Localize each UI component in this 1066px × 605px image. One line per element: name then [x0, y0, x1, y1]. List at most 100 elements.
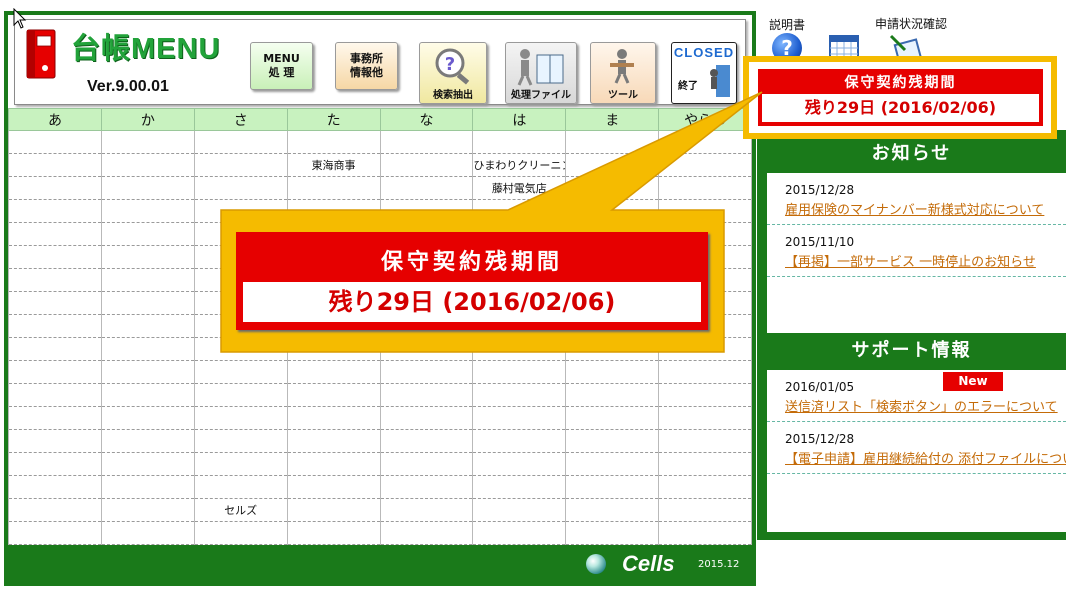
- empty-cell: [8, 153, 102, 177]
- empty-cell: [565, 429, 660, 453]
- empty-cell: [286, 199, 381, 223]
- support-link[interactable]: 【電子申請】雇用継続給付の 添付ファイルについて: [785, 448, 1066, 467]
- support-heading: サポート情報: [851, 340, 972, 361]
- tools-button[interactable]: ツール: [590, 42, 656, 104]
- empty-cell: [8, 291, 102, 315]
- kana-column-header[interactable]: やらわ: [658, 108, 752, 131]
- menu-button-label: MENU: [263, 52, 300, 65]
- empty-cell: [379, 360, 474, 384]
- empty-cell: [379, 383, 474, 407]
- file-person-icon: [517, 49, 564, 86]
- support-date: 2015/12/28: [785, 432, 855, 446]
- empty-cell: [379, 199, 474, 223]
- empty-cell: [472, 337, 567, 361]
- empty-cell: [658, 383, 752, 407]
- grid-row: 藤村電気店: [8, 176, 752, 200]
- empty-cell: [8, 245, 102, 269]
- empty-cell: [565, 521, 660, 545]
- client-entry[interactable]: 東海商事: [286, 153, 381, 177]
- news-heading: お知らせ: [871, 143, 952, 164]
- empty-cell: [379, 521, 474, 545]
- empty-cell: [193, 153, 288, 177]
- empty-cell: [8, 383, 102, 407]
- empty-cell: [379, 406, 474, 430]
- empty-cell: [658, 199, 752, 223]
- empty-cell: [100, 199, 195, 223]
- manual-link[interactable]: 説明書: [769, 16, 805, 33]
- empty-cell: [286, 130, 381, 154]
- news-item: 2015/11/10 【再掲】一部サービス 一時停止のお知らせ: [767, 225, 1066, 277]
- empty-cell: [8, 475, 102, 499]
- empty-cell: [379, 475, 474, 499]
- kana-column-header[interactable]: な: [379, 108, 474, 131]
- empty-cell: [8, 314, 102, 338]
- grid-row: [8, 199, 752, 223]
- empty-cell: [193, 521, 288, 545]
- news-link[interactable]: 雇用保険のマイナンバー新様式対応について: [785, 199, 1044, 218]
- empty-cell: [193, 475, 288, 499]
- empty-cell: [658, 406, 752, 430]
- empty-cell: [379, 176, 474, 200]
- empty-cell: [193, 176, 288, 200]
- grid-row: [8, 130, 752, 154]
- empty-cell: [286, 176, 381, 200]
- empty-cell: [658, 498, 752, 522]
- kana-column-header[interactable]: あ: [8, 108, 102, 131]
- contract-title: 保守契約残期間: [844, 75, 957, 91]
- empty-cell: [100, 130, 195, 154]
- app-version: Ver.9.00.01: [87, 78, 169, 95]
- empty-cell: [8, 337, 102, 361]
- app-title: 台帳MENU: [71, 33, 221, 65]
- kana-column-header[interactable]: た: [286, 108, 381, 131]
- empty-cell: [472, 429, 567, 453]
- client-entry[interactable]: ひまわりクリーニング: [472, 153, 567, 177]
- empty-cell: [658, 521, 752, 545]
- empty-cell: [565, 337, 660, 361]
- empty-cell: [379, 498, 474, 522]
- contract-period-widget[interactable]: 保守契約残期間 残り29日 (2016/02/06): [758, 69, 1043, 126]
- empty-cell: [193, 360, 288, 384]
- kana-column-header[interactable]: は: [472, 108, 567, 131]
- empty-cell: [8, 222, 102, 246]
- empty-cell: [8, 498, 102, 522]
- menu-process-button[interactable]: MENU 処 理: [250, 42, 313, 90]
- empty-cell: [658, 360, 752, 384]
- office-info-button[interactable]: 事務所 情報他: [335, 42, 398, 90]
- process-files-button[interactable]: 処理ファイル: [505, 42, 577, 104]
- kana-column-header[interactable]: さ: [193, 108, 288, 131]
- office-button-label: 事務所: [350, 52, 383, 65]
- grid-row: [8, 452, 752, 476]
- client-entry[interactable]: 藤村電気店: [472, 176, 567, 200]
- footer-brand: Cells: [622, 551, 675, 576]
- client-entry[interactable]: セルズ: [193, 498, 288, 522]
- door-exit-icon: [710, 65, 730, 97]
- grid-row: [8, 337, 752, 361]
- search-button-label: 検索抽出: [433, 90, 473, 101]
- news-date: 2015/12/28: [785, 183, 855, 197]
- svg-text:?: ?: [445, 54, 455, 75]
- support-link[interactable]: 送信済リスト「検索ボタン」のエラーについて: [785, 396, 1058, 415]
- empty-cell: [658, 475, 752, 499]
- magnifier-icon: ?: [435, 48, 470, 85]
- news-link[interactable]: 【再掲】一部サービス 一時停止のお知らせ: [785, 251, 1036, 270]
- support-date: 2016/01/05: [785, 380, 855, 394]
- empty-cell: [379, 429, 474, 453]
- search-extract-button[interactable]: ? 検索抽出: [419, 42, 487, 104]
- exit-button[interactable]: CLOSED 終了: [671, 42, 737, 104]
- empty-cell: [658, 130, 752, 154]
- empty-cell: [565, 176, 660, 200]
- grid-row: [8, 360, 752, 384]
- empty-cell: [100, 176, 195, 200]
- kana-column-header[interactable]: ま: [565, 108, 660, 131]
- empty-cell: [100, 498, 195, 522]
- empty-cell: [8, 521, 102, 545]
- empty-cell: [286, 406, 381, 430]
- tools-button-label: ツール: [608, 90, 638, 101]
- empty-cell: [565, 199, 660, 223]
- empty-cell: [565, 360, 660, 384]
- application-status-link[interactable]: 申請状況確認: [875, 15, 947, 32]
- empty-cell: [286, 383, 381, 407]
- kana-column-header[interactable]: か: [100, 108, 195, 131]
- grid-row: [8, 429, 752, 453]
- empty-cell: [286, 475, 381, 499]
